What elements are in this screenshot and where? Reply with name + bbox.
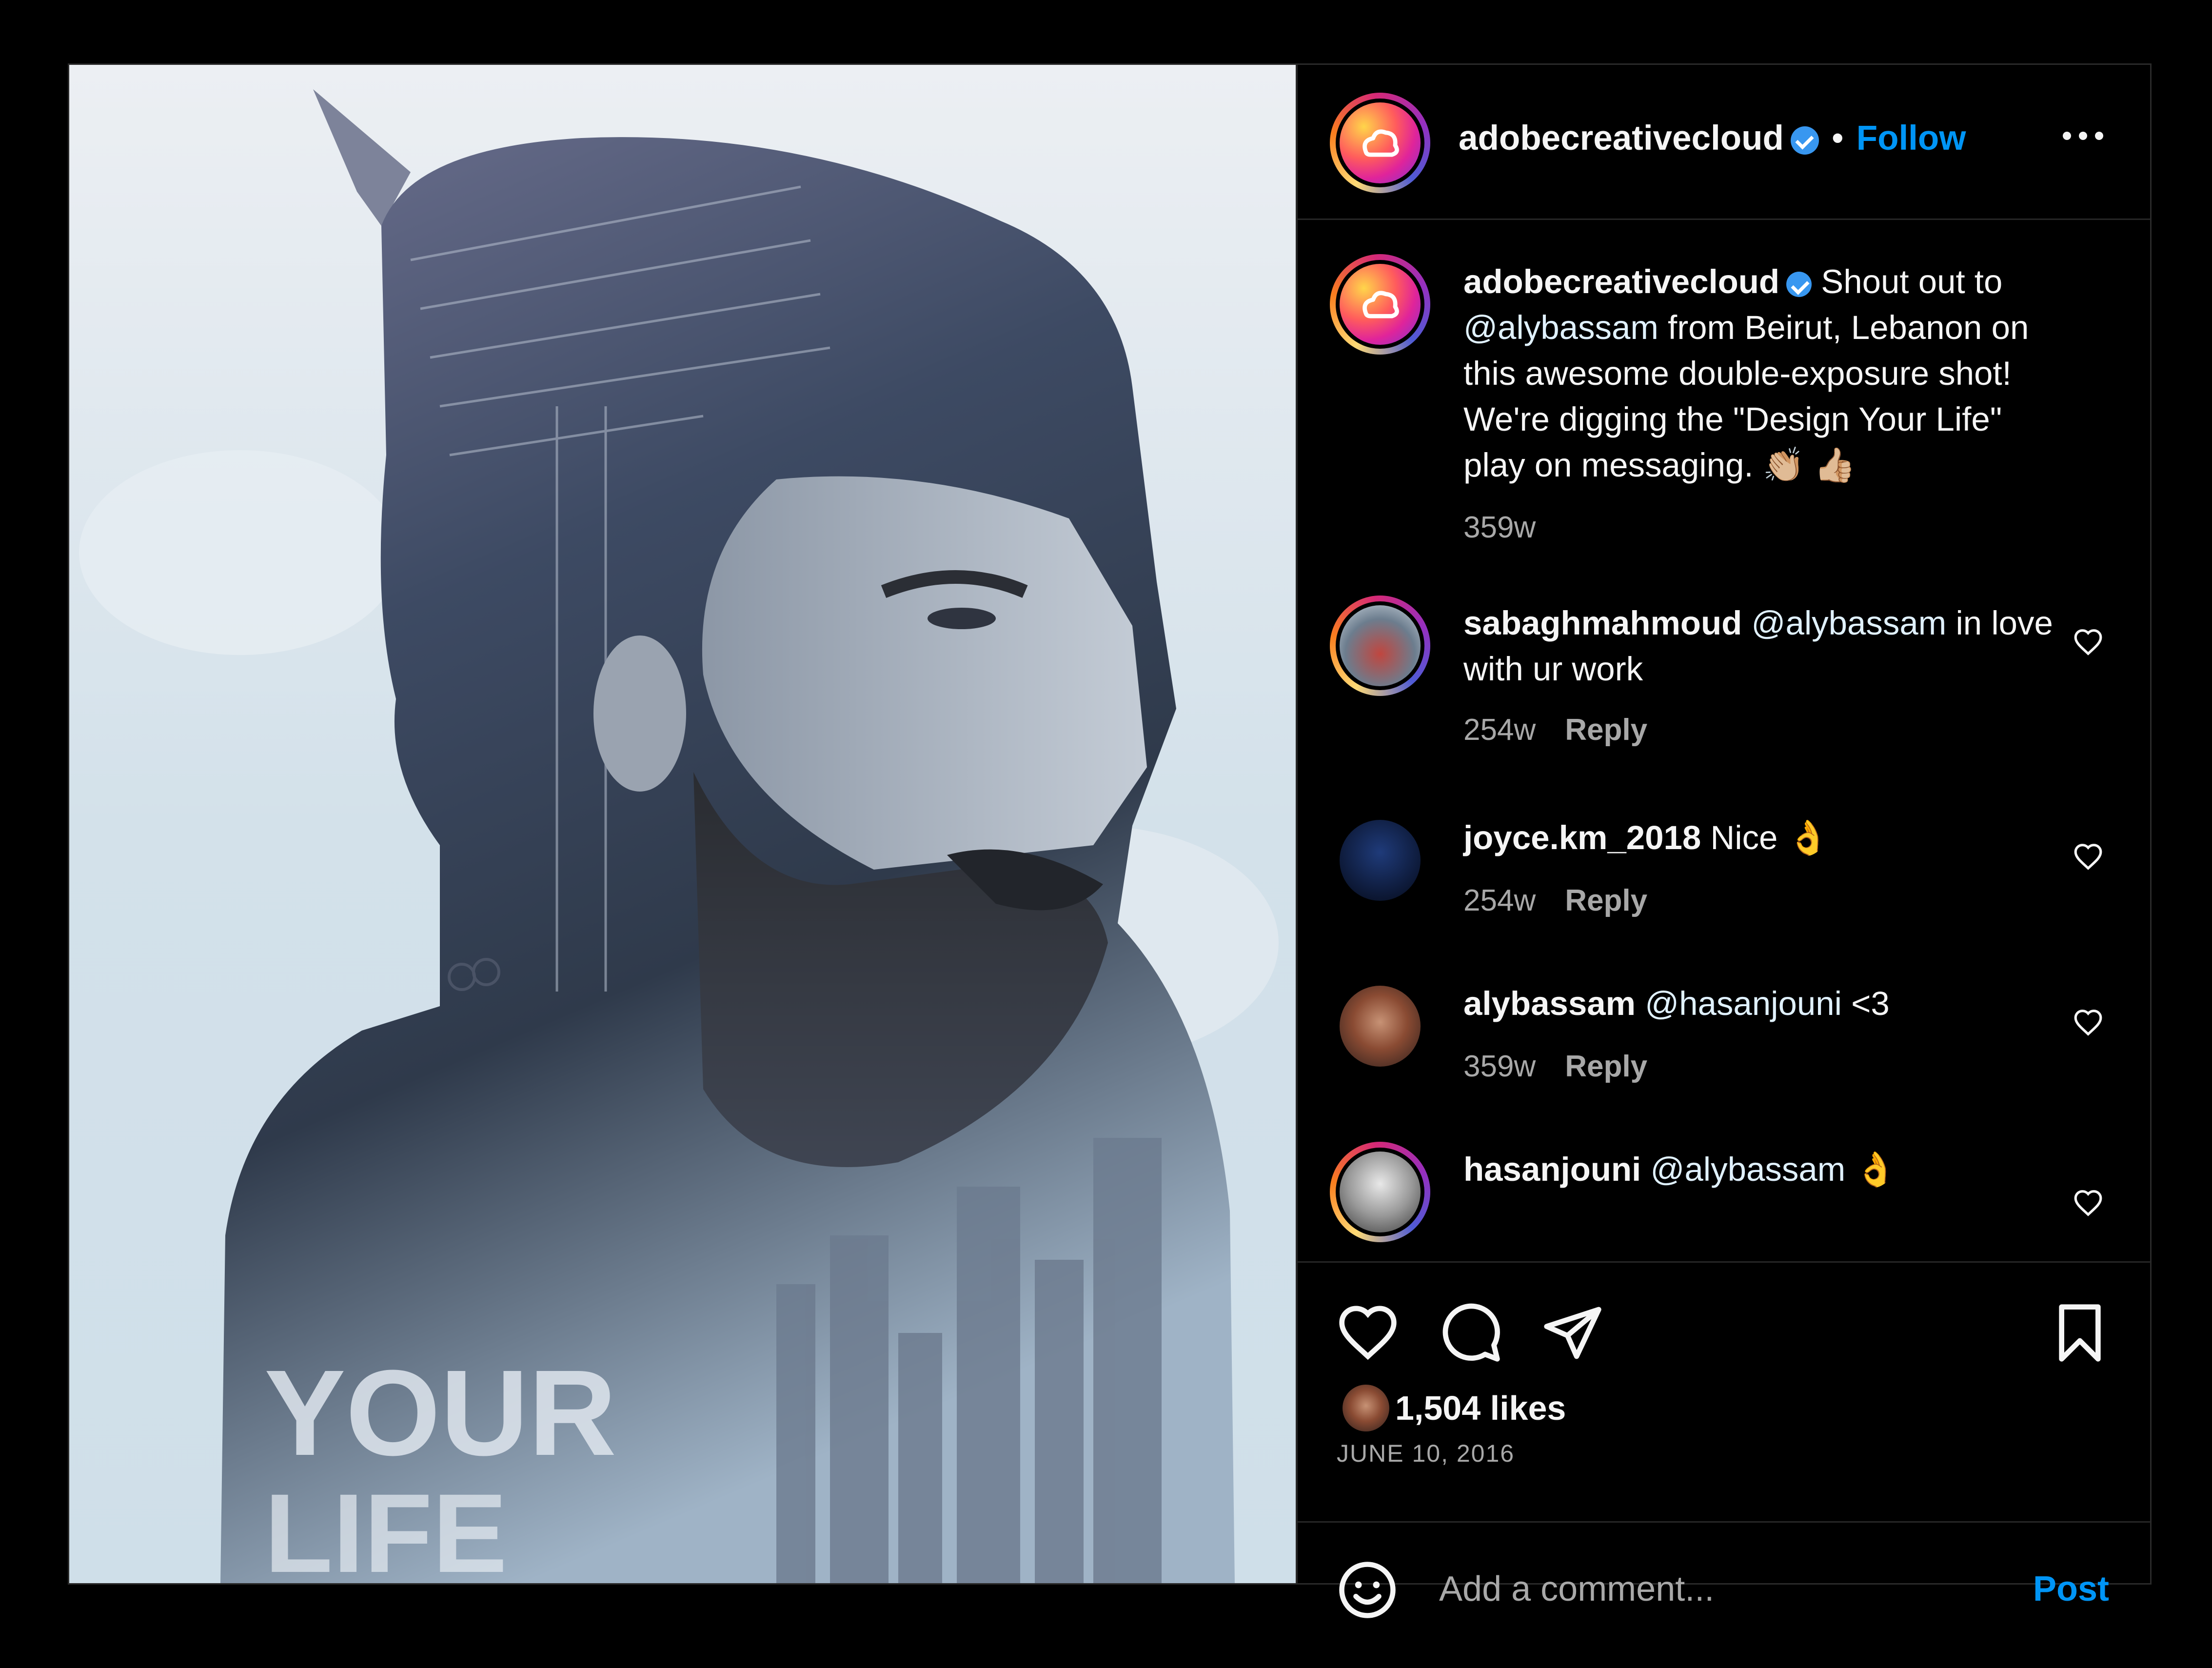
verified-badge-icon	[1786, 271, 1812, 297]
comments-list[interactable]: adobecreativecloud Shout out to @alybass…	[1298, 220, 2150, 1261]
caption: adobecreativecloud Shout out to @alybass…	[1298, 254, 2150, 547]
comment-mention[interactable]: @alybassam	[1650, 1151, 1845, 1188]
creative-cloud-logo-icon	[1363, 129, 1399, 157]
comment-item: sabaghmahmoud @alybassam in love with ur…	[1298, 596, 2150, 771]
comment-input[interactable]: Add a comment...	[1439, 1569, 1714, 1609]
caption-avatar[interactable]	[1340, 264, 1421, 345]
verified-badge-icon	[1790, 126, 1819, 155]
header-username-row: adobecreativecloud • Follow	[1459, 119, 1966, 158]
post-side-panel: adobecreativecloud • Follow adobecreativec…	[1298, 65, 2150, 1618]
caption-text-before: Shout out to	[1821, 263, 2003, 300]
instagram-post: YOUR LIFE adobecreativecloud • Follow ad…	[68, 63, 2152, 1618]
header-username[interactable]: adobecreativecloud	[1459, 119, 1784, 158]
comment-item: joyce.km_2018 Nice 👌 254w Reply	[1298, 810, 2150, 966]
heart-icon[interactable]	[2073, 1008, 2103, 1038]
comment-time: 254w	[1463, 884, 1536, 917]
comment-text: hasanjouni @alybassam 👌	[1463, 1147, 2063, 1192]
caption-username[interactable]: adobecreativecloud	[1463, 263, 1779, 300]
add-comment-row: Add a comment... Post	[1298, 1521, 2150, 1618]
reply-button[interactable]: Reply	[1565, 713, 1647, 747]
caption-emojis: 👏🏼 👍🏼	[1762, 446, 1856, 484]
comment-username[interactable]: alybassam	[1463, 985, 1636, 1022]
adobe-cc-avatar[interactable]	[1340, 102, 1421, 183]
heart-icon[interactable]	[2073, 842, 2103, 872]
avatar[interactable]	[1340, 820, 1421, 901]
bookmark-icon[interactable]	[2049, 1302, 2111, 1364]
post-header: adobecreativecloud • Follow	[1298, 65, 2150, 220]
double-exposure-portrait: YOUR LIFE	[69, 65, 1296, 1583]
comment-meta: 254w Reply	[1463, 713, 1647, 747]
comment-time: 254w	[1463, 713, 1536, 747]
post-actions-section: 1,504 likes JUNE 10, 2016 Add a comment.…	[1298, 1261, 2150, 1618]
caption-time: 359w	[1463, 511, 1536, 544]
heart-icon[interactable]	[1337, 1302, 1399, 1364]
comment-item: alybassam @hasanjouni <3 359w Reply	[1298, 976, 2150, 1132]
comment-username[interactable]: joyce.km_2018	[1463, 819, 1701, 856]
reply-button[interactable]: Reply	[1565, 884, 1647, 917]
comment-item: hasanjouni @alybassam 👌	[1298, 1142, 2150, 1261]
emoji-icon[interactable]	[1337, 1559, 1398, 1621]
post-image[interactable]: YOUR LIFE	[69, 65, 1296, 1583]
follow-button[interactable]: Follow	[1856, 119, 1966, 158]
comment-body: Nice 👌	[1710, 819, 1829, 856]
caption-text: adobecreativecloud Shout out to @alybass…	[1463, 259, 2063, 488]
post-comment-button[interactable]: Post	[2033, 1569, 2109, 1609]
comment-bubble-icon[interactable]	[1440, 1302, 1502, 1364]
dot-separator: •	[1831, 119, 1844, 158]
caption-mention[interactable]: @alybassam	[1463, 309, 1659, 346]
comment-username[interactable]: hasanjouni	[1463, 1151, 1641, 1188]
poster-text-your: YOUR	[264, 1345, 616, 1481]
comment-username[interactable]: sabaghmahmoud	[1463, 604, 1742, 642]
avatar[interactable]	[1340, 1152, 1421, 1232]
comment-text: alybassam @hasanjouni <3	[1463, 981, 2063, 1027]
comment-mention[interactable]: @alybassam	[1751, 604, 1946, 642]
comment-body: 👌	[1855, 1151, 1897, 1188]
comment-mention[interactable]: @hasanjouni	[1645, 985, 1842, 1022]
creative-cloud-logo-icon	[1363, 291, 1399, 318]
comment-body: <3	[1851, 985, 1890, 1022]
comment-time: 359w	[1463, 1050, 1536, 1083]
heart-icon[interactable]	[2073, 627, 2103, 657]
reply-button[interactable]: Reply	[1565, 1050, 1647, 1083]
post-date: JUNE 10, 2016	[1337, 1440, 1515, 1467]
avatar[interactable]	[1340, 986, 1421, 1067]
comment-text: joyce.km_2018 Nice 👌	[1463, 815, 2063, 861]
likes-count[interactable]: 1,504 likes	[1395, 1389, 1566, 1428]
heart-icon[interactable]	[2073, 1188, 2103, 1218]
comment-meta: 254w Reply	[1463, 883, 1647, 918]
liker-avatar[interactable]	[1343, 1385, 1389, 1431]
more-options-icon[interactable]	[2063, 132, 2103, 140]
paper-plane-icon[interactable]	[1541, 1302, 1604, 1364]
poster-text-life: LIFE	[264, 1470, 507, 1583]
comment-meta: 359w Reply	[1463, 1049, 1647, 1084]
avatar[interactable]	[1340, 605, 1421, 686]
comment-text: sabaghmahmoud @alybassam in love with ur…	[1463, 600, 2063, 692]
